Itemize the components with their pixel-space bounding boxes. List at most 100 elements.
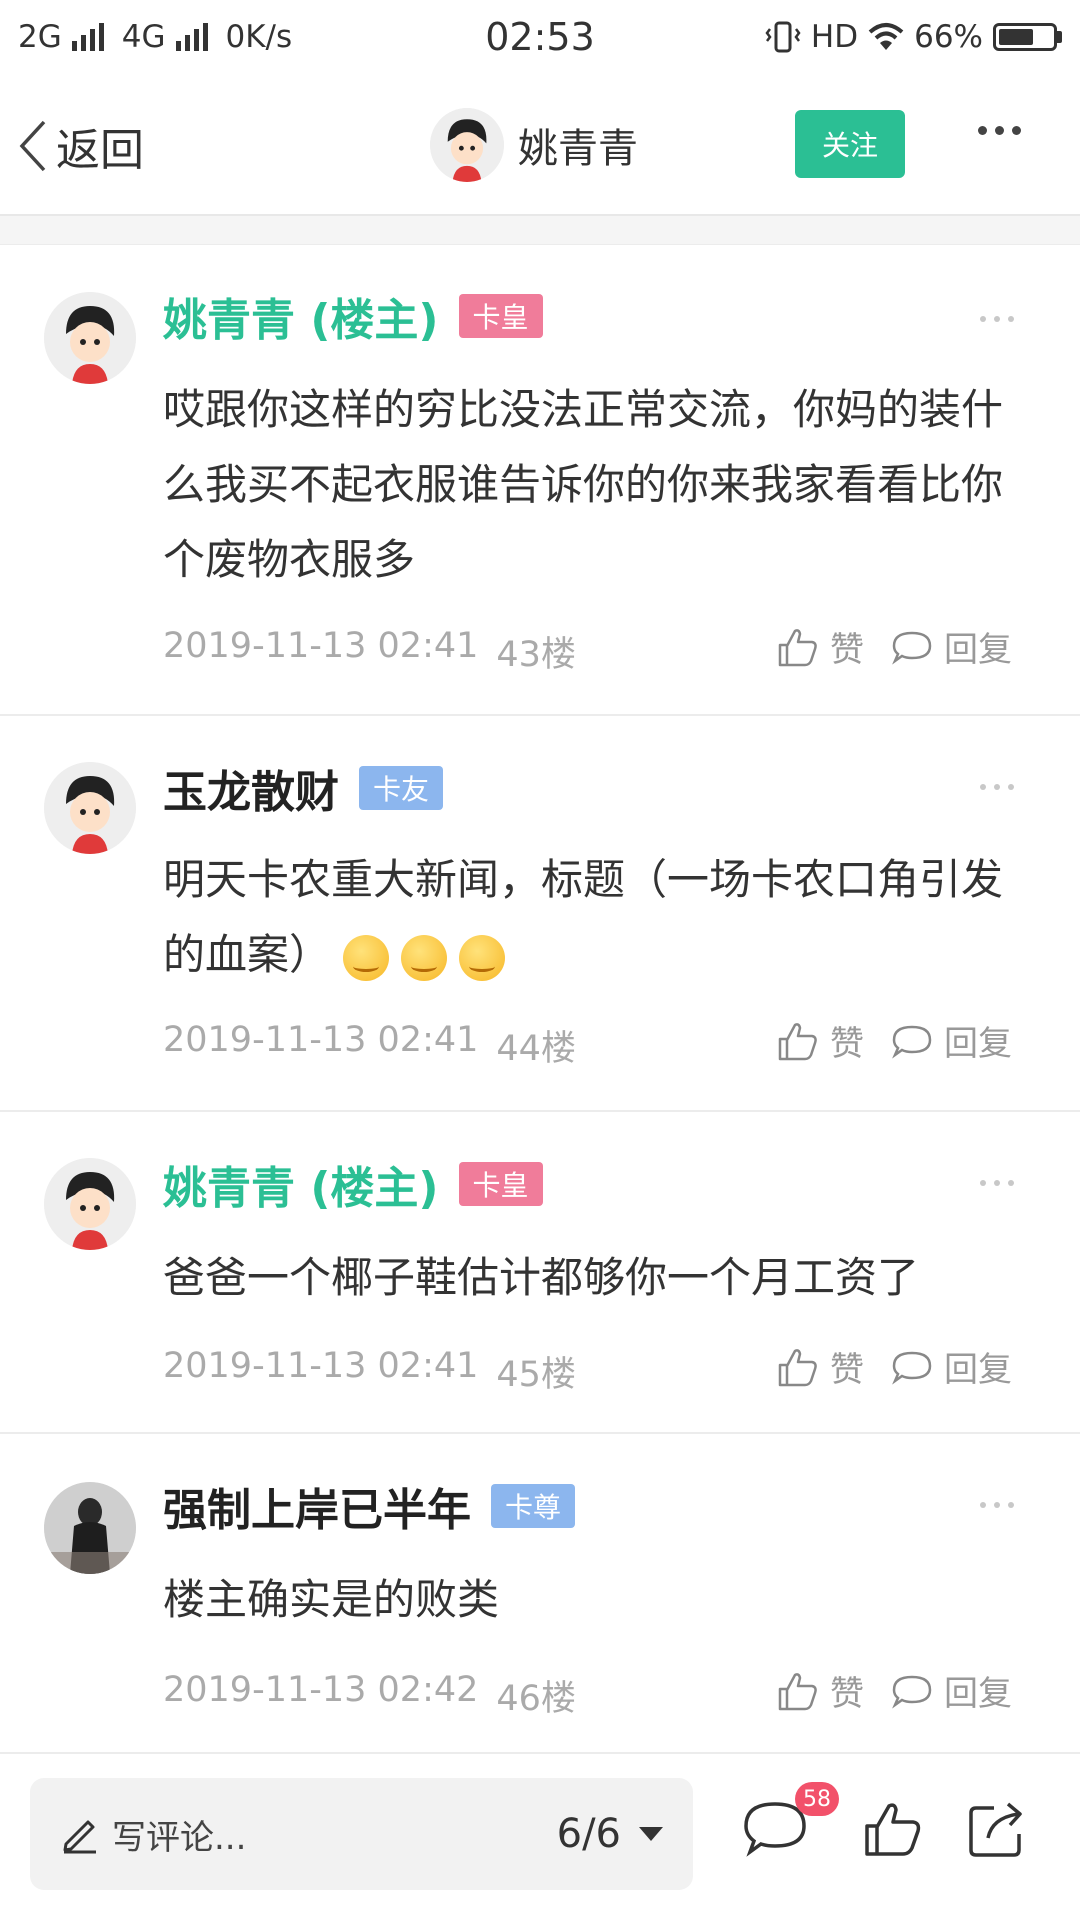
thumbs-up-icon <box>778 1672 817 1710</box>
speech-bubble-icon <box>892 1351 932 1385</box>
avatar[interactable] <box>44 1158 136 1250</box>
smirk-emoji-icon <box>401 934 448 981</box>
reply-button[interactable]: 回复 <box>890 1342 1012 1391</box>
comment-more-icon[interactable] <box>980 1180 1014 1186</box>
comment-text: 哎跟你这样的穷比没法正常交流，你妈的装什么我买不起衣服谁告诉你的你来我家看看比你… <box>163 385 1004 584</box>
comment-author[interactable]: 姚青青 (楼主) 卡皇 <box>163 1152 543 1216</box>
divider <box>0 216 1080 245</box>
reply-label: 回复 <box>944 630 1012 670</box>
like-post-button[interactable] <box>862 1798 924 1864</box>
comment-item: 强制上岸已半年 卡尊 楼主确实是的败类 2019-11-13 02:42 46楼… <box>0 1434 1080 1752</box>
status-bar: 2G 4G 0K/s 02:53 HD 66% <box>0 0 1080 74</box>
comment-text: 爸爸一个椰子鞋估计都够你一个月工资了 <box>163 1253 920 1302</box>
comment-more-icon[interactable] <box>980 1502 1014 1508</box>
comment-text: 楼主确实是的败类 <box>163 1575 500 1624</box>
speech-bubble-icon <box>892 1025 932 1059</box>
comment-author[interactable]: 姚青青 (楼主) 卡皇 <box>163 284 543 348</box>
reply-button[interactable]: 回复 <box>890 1666 1012 1715</box>
avatar <box>430 108 504 182</box>
share-icon <box>969 1802 1022 1857</box>
comment-input-placeholder: 写评论... <box>112 1817 247 1858</box>
signal-icon <box>175 23 208 51</box>
comment-text-body: 明天卡农重大新闻，标题（一场卡农口角引发的血案） <box>163 855 1004 979</box>
comment-actions: 赞 回复 <box>776 1342 1012 1391</box>
comment-author[interactable]: 玉龙散财 卡友 <box>163 756 444 820</box>
avatar[interactable] <box>44 1482 136 1574</box>
like-button[interactable]: 赞 <box>776 1342 864 1391</box>
page-indicator[interactable]: 6/6 <box>557 1811 621 1857</box>
speech-bubble-icon <box>892 631 932 665</box>
like-label: 赞 <box>830 1350 864 1390</box>
header-user[interactable]: 姚青青 <box>430 108 638 182</box>
reply-button[interactable]: 回复 <box>890 622 1012 671</box>
follow-button[interactable]: 关注 <box>795 110 905 178</box>
reply-label: 回复 <box>944 1024 1012 1064</box>
thumbs-up-icon <box>778 628 817 666</box>
comment-meta: 2019-11-13 02:41 45楼 <box>163 1346 576 1397</box>
level-badge: 卡友 <box>359 766 444 810</box>
speech-bubble-icon <box>892 1675 932 1709</box>
level-badge: 卡尊 <box>491 1484 576 1528</box>
chevron-down-icon[interactable] <box>639 1827 663 1841</box>
network-speed: 0K/s <box>225 19 293 55</box>
network-type-2g: 2G <box>18 19 62 55</box>
comment-input[interactable]: 写评论... 6/6 <box>30 1778 693 1890</box>
comment-actions: 赞 回复 <box>776 622 1012 671</box>
nav-header: 返回 姚青青 关注 <box>0 74 1080 216</box>
reply-label: 回复 <box>944 1350 1012 1390</box>
like-label: 赞 <box>830 1024 864 1064</box>
reply-label: 回复 <box>944 1674 1012 1714</box>
comment-item: 玉龙散财 卡友 明天卡农重大新闻，标题（一场卡农口角引发的血案） 2019-11… <box>0 716 1080 1112</box>
network-type-4g: 4G <box>121 19 166 55</box>
vibrate-icon <box>765 21 801 53</box>
like-label: 赞 <box>830 1674 864 1714</box>
comment-item: 姚青青 (楼主) 卡皇 爸爸一个椰子鞋估计都够你一个月工资了 2019-11-1… <box>0 1112 1080 1434</box>
back-chevron-icon <box>19 120 46 172</box>
comment-meta: 2019-11-13 02:41 44楼 <box>163 1020 576 1071</box>
wifi-icon <box>868 23 904 50</box>
comment-more-icon[interactable] <box>980 316 1014 322</box>
more-dots-icon[interactable] <box>978 126 1021 135</box>
battery-percent: 66% <box>914 19 983 55</box>
avatar[interactable] <box>44 292 136 384</box>
level-badge: 卡皇 <box>458 294 543 338</box>
author-name: 姚青青 (楼主) <box>163 295 439 346</box>
comment-date: 2019-11-13 02:41 <box>163 1346 479 1386</box>
battery-icon <box>993 23 1062 51</box>
comment-date: 2019-11-13 02:42 <box>163 1670 479 1710</box>
bottom-bar: 写评论... 6/6 58 <box>0 1752 1080 1922</box>
header-user-name: 姚青青 <box>518 126 638 172</box>
back-button[interactable]: 返回 <box>18 114 144 178</box>
thumbs-up-icon <box>778 1348 817 1386</box>
comment-meta: 2019-11-13 02:42 46楼 <box>163 1670 576 1721</box>
level-badge: 卡皇 <box>458 1162 543 1206</box>
comment-more-icon[interactable] <box>980 784 1014 790</box>
reply-button[interactable]: 回复 <box>890 1016 1012 1065</box>
status-left: 2G 4G 0K/s <box>18 19 292 55</box>
comment-actions: 赞 回复 <box>776 1666 1012 1715</box>
share-button[interactable] <box>966 1798 1028 1864</box>
comment-item: 姚青青 (楼主) 卡皇 哎跟你这样的穷比没法正常交流，你妈的装什么我买不起衣服谁… <box>0 244 1080 716</box>
comment-floor: 43楼 <box>496 635 576 675</box>
like-button[interactable]: 赞 <box>776 1016 864 1065</box>
comment-date: 2019-11-13 02:41 <box>163 626 479 666</box>
hd-indicator: HD <box>810 19 859 55</box>
comment-date: 2019-11-13 02:41 <box>163 1020 479 1060</box>
pencil-icon <box>63 1820 96 1854</box>
avatar[interactable] <box>44 762 136 854</box>
signal-icon <box>71 23 104 51</box>
comment-floor: 44楼 <box>496 1029 576 1069</box>
status-right: HD 66% <box>765 19 1062 55</box>
author-name: 姚青青 (楼主) <box>163 1163 439 1214</box>
thumbs-up-icon <box>865 1803 921 1856</box>
smirk-emoji-icon <box>343 934 390 981</box>
like-button[interactable]: 赞 <box>776 622 864 671</box>
comment-floor: 46楼 <box>496 1679 576 1719</box>
comment-count-badge: 58 <box>795 1782 839 1816</box>
like-label: 赞 <box>830 630 864 670</box>
comment-author[interactable]: 强制上岸已半年 卡尊 <box>163 1474 576 1538</box>
comment-floor: 45楼 <box>496 1355 576 1395</box>
thumbs-up-icon <box>778 1022 817 1060</box>
back-label: 返回 <box>56 125 144 176</box>
like-button[interactable]: 赞 <box>776 1666 864 1715</box>
